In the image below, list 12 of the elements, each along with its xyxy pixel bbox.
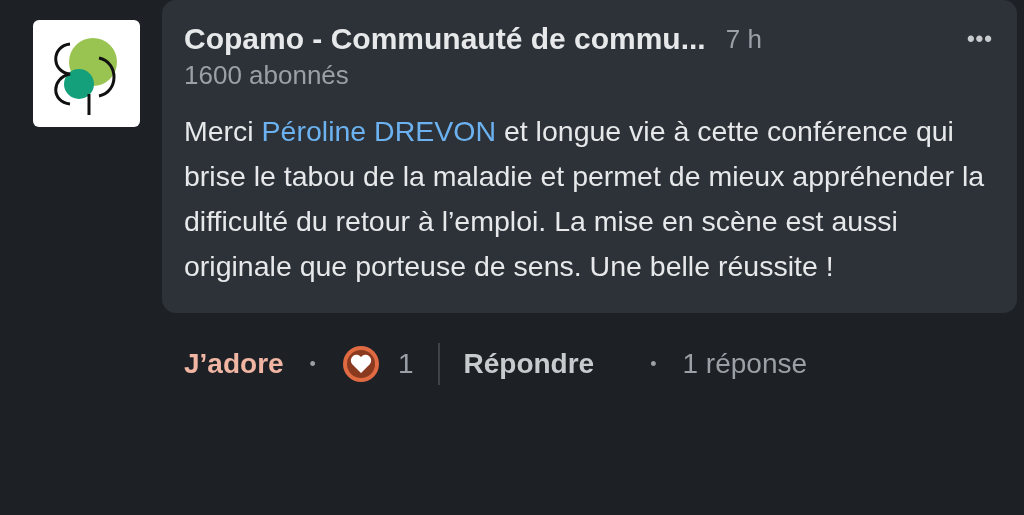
react-button[interactable]: J’adore — [184, 348, 284, 380]
comment-text: Merci Péroline DREVON et longue vie à cette conférence qui brise le tabou de la maladie et permet de mieux appréhender la difficulté du retour à l’emploi. La mise en scène est aussi originale que porteuse de sens. Une belle réussite ! — [184, 114, 986, 284]
comment-time: 7 h — [725, 23, 762, 55]
separator-dot: • — [650, 353, 657, 375]
reply-button[interactable]: Répondre — [463, 348, 595, 380]
reaction-count: 1 — [397, 348, 414, 380]
more-button[interactable]: ••• — [966, 26, 993, 52]
author-name: Copamo - Communauté de commu... — [184, 22, 706, 56]
follower-count: 1600 abonnés — [184, 60, 350, 91]
mention-link[interactable]: Péroline DREVON — [261, 115, 496, 147]
separator-dot: • — [309, 353, 316, 375]
replies-link[interactable]: 1 réponse — [682, 348, 808, 380]
